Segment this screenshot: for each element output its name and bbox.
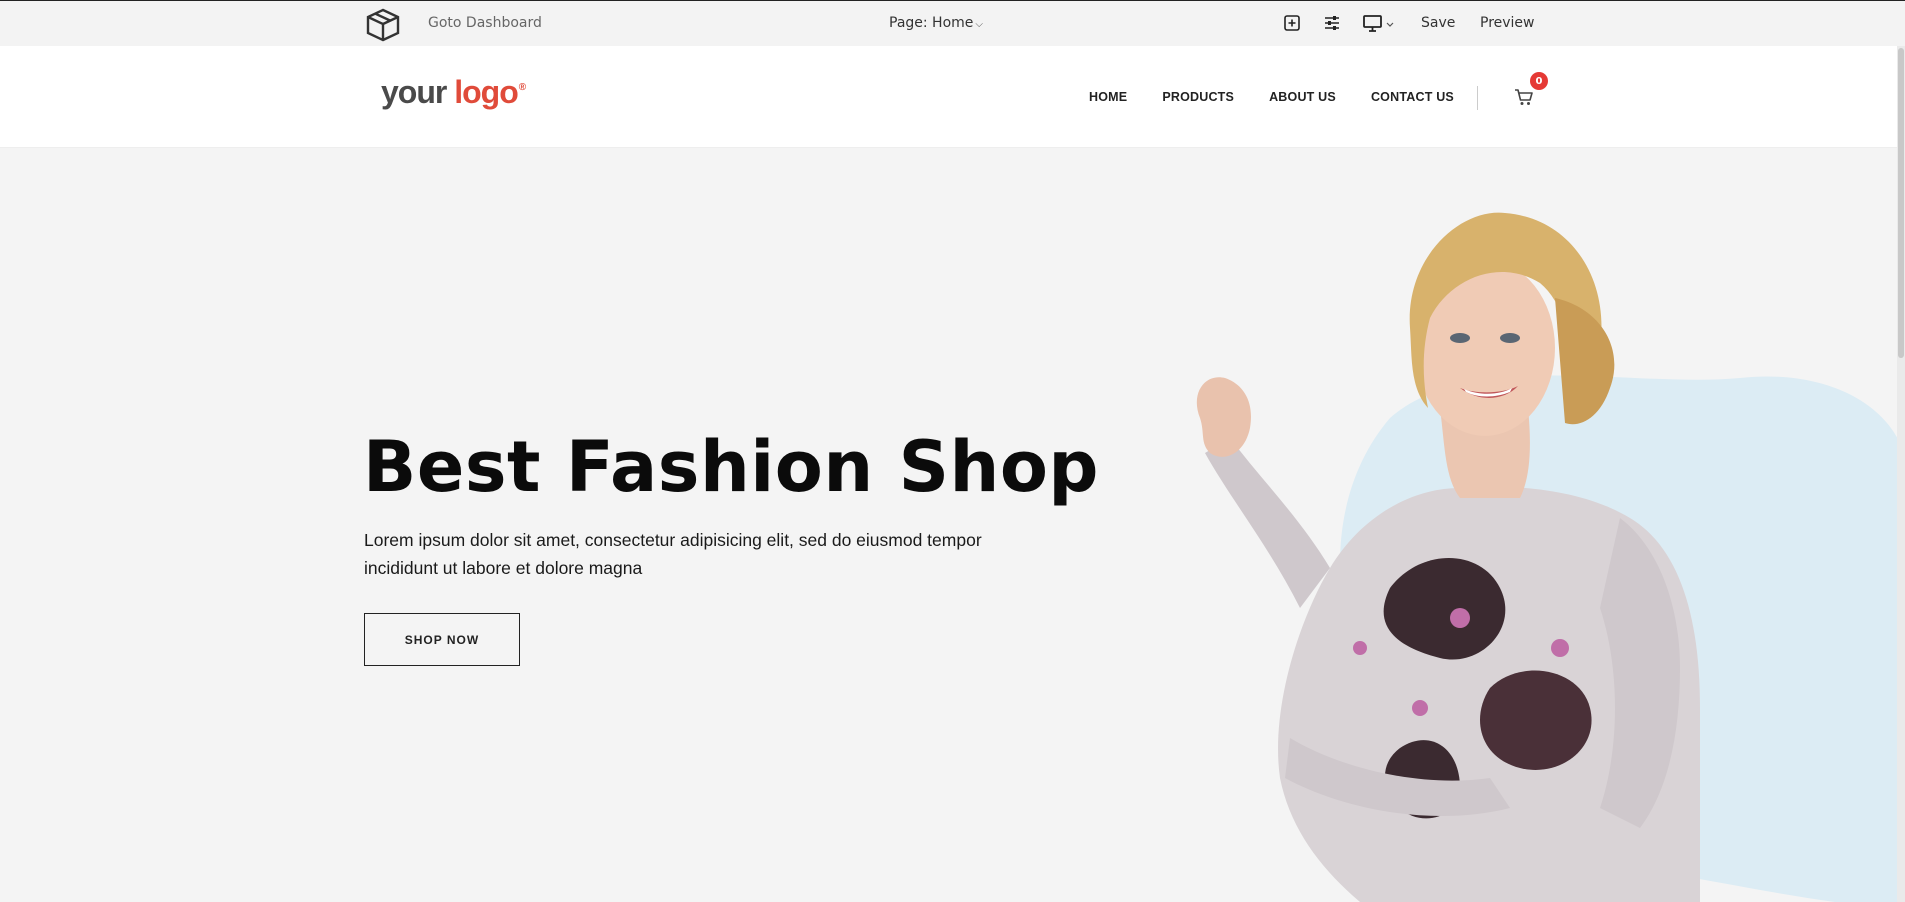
page-selector-label: Page: Home <box>889 15 974 31</box>
chevron-down-icon: ⌵ <box>975 19 983 30</box>
nav-about-us[interactable]: ABOUT US <box>1269 90 1336 104</box>
save-button[interactable]: Save <box>1421 15 1455 31</box>
add-section-icon[interactable] <box>1282 13 1302 33</box>
logo-word-your: your <box>381 74 447 110</box>
cart-count-badge: 0 <box>1530 72 1548 90</box>
goto-dashboard-link[interactable]: Goto Dashboard <box>428 15 542 31</box>
desktop-device-icon[interactable] <box>1362 13 1398 33</box>
nav-products[interactable]: PRODUCTS <box>1162 90 1234 104</box>
nav-contact-us[interactable]: CONTACT US <box>1371 90 1454 104</box>
nav-divider <box>1477 86 1478 110</box>
shop-now-button[interactable]: SHOP NOW <box>364 613 520 666</box>
builder-toolbar: Goto Dashboard Page: Home ⌵ Save Preview <box>0 0 1905 46</box>
fashion-model-image <box>1196 212 1700 902</box>
main-nav: HOME PRODUCTS ABOUT US CONTACT US <box>1089 90 1489 104</box>
hero-description: Lorem ipsum dolor sit amet, consectetur … <box>364 530 982 578</box>
sliders-icon[interactable] <box>1322 13 1342 33</box>
box-logo-icon[interactable] <box>365 8 401 42</box>
site-logo[interactable]: your logo® <box>381 74 526 111</box>
nav-home[interactable]: HOME <box>1089 90 1127 104</box>
preview-button[interactable]: Preview <box>1480 15 1535 31</box>
page-selector[interactable]: Page: Home ⌵ <box>889 15 983 31</box>
hero-title: Best Fashion Shop <box>363 426 1100 508</box>
cart-icon[interactable] <box>1513 86 1535 108</box>
page-scrollbar-thumb[interactable] <box>1898 48 1904 358</box>
registered-mark: ® <box>518 82 526 93</box>
logo-word-logo: logo <box>454 74 519 110</box>
site-header: your logo® HOME PRODUCTS ABOUT US CONTAC… <box>0 46 1905 148</box>
hero-section: Best Fashion Shop Lorem ipsum dolor sit … <box>0 148 1905 902</box>
